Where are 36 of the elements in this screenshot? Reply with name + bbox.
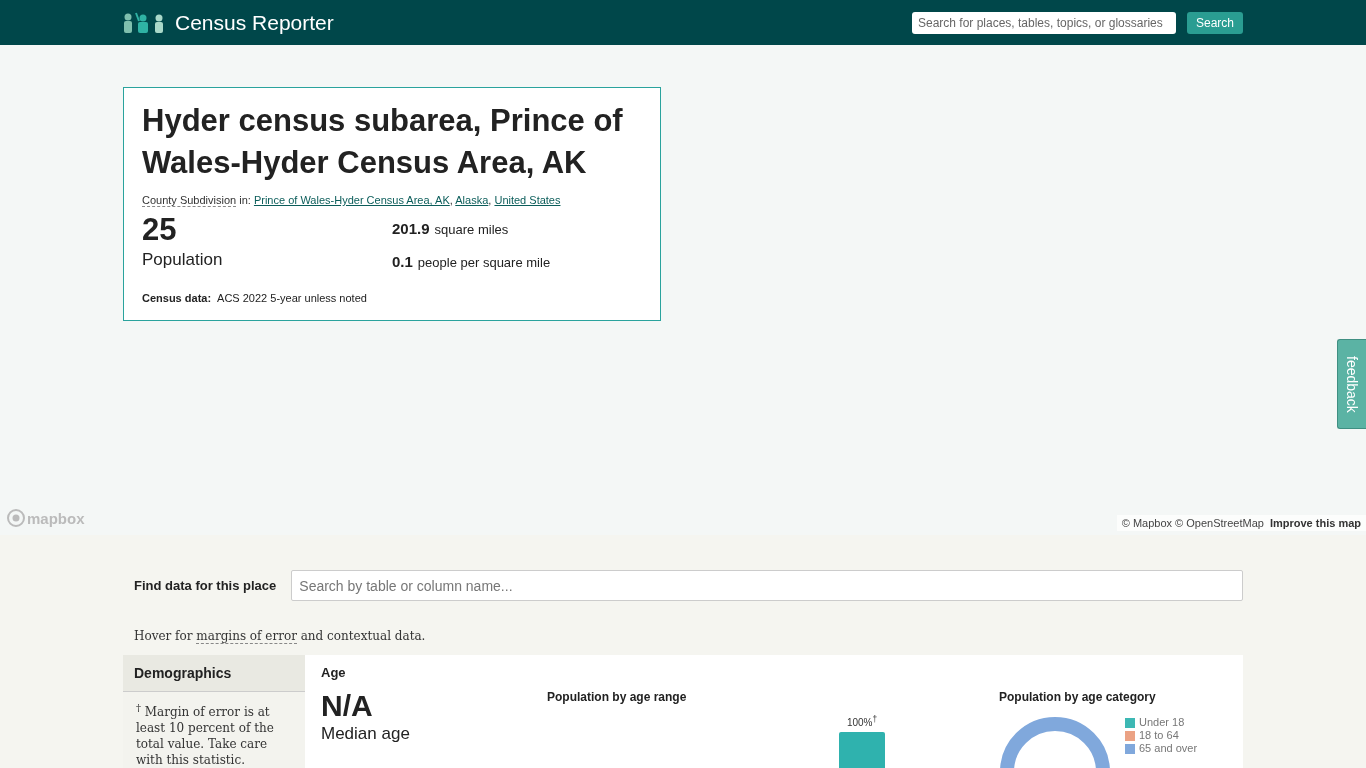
bar-value-label: 100%$^{†}$ — [846, 714, 878, 729]
median-age-value: N/A — [321, 688, 374, 724]
chart-title: Population by age category — [999, 690, 1157, 704]
find-data-label: Find data for this place — [134, 578, 277, 593]
legend-label: 65 and over — [1139, 742, 1198, 755]
density-unit: people per square mile — [417, 255, 551, 270]
map-pin-logo-icon — [7, 509, 25, 527]
site-title[interactable]: Census Reporter — [175, 10, 334, 35]
chart-title: Population by age range — [547, 690, 688, 704]
population-value: 25 — [142, 212, 178, 248]
error-margin-note: $^{†}$ Margin of error is at least 10 percent of the total value. Take care with this statistic. — [135, 701, 275, 768]
census-data-value: ACS 2022 5-year unless noted — [217, 292, 367, 304]
attribution-text: © Mapbox © OpenStreetMap — [1121, 517, 1264, 529]
parent-place-link[interactable]: Prince of Wales-Hyder Census Area, AK — [253, 194, 450, 206]
margins-of-error-link[interactable]: margins of error — [196, 629, 297, 644]
improve-map-link[interactable]: Improve this map — [1269, 517, 1361, 529]
sidebar-heading[interactable]: Demographics — [123, 655, 305, 692]
parent-place-link[interactable]: United States — [494, 194, 561, 206]
table-search-field[interactable]: Search by table or column name... — [291, 570, 1243, 601]
place-title: Hyder census subarea, Prince of Wales-Hyder Census Area, AK — [142, 102, 624, 182]
population-label: Population — [142, 250, 224, 270]
legend-label: 18 to 64 — [1139, 729, 1179, 742]
summary-level-term[interactable]: County Subdivision — [142, 194, 237, 207]
area-unit: square miles — [434, 222, 509, 237]
hover-note: Hover for margins of error and contextual data. — [134, 629, 427, 643]
search-field[interactable]: Search for places, tables, topics, or glossaries — [911, 11, 1176, 34]
parent-places: County Subdivision in: Prince of Wales-Hyder Census Area, AK, Alaska, United States — [142, 194, 562, 206]
separator-comma: , — [488, 194, 492, 206]
chart-bar — [839, 732, 885, 768]
density-value: 0.1 — [392, 253, 413, 270]
section-title: Age — [321, 665, 347, 680]
separator-comma: , — [449, 194, 453, 206]
area-value: 201.9 — [392, 220, 430, 237]
legend-label: Under 18 — [1139, 716, 1185, 729]
median-age-label: Median age — [321, 724, 411, 744]
census-data-label: Census data: — [142, 292, 212, 304]
